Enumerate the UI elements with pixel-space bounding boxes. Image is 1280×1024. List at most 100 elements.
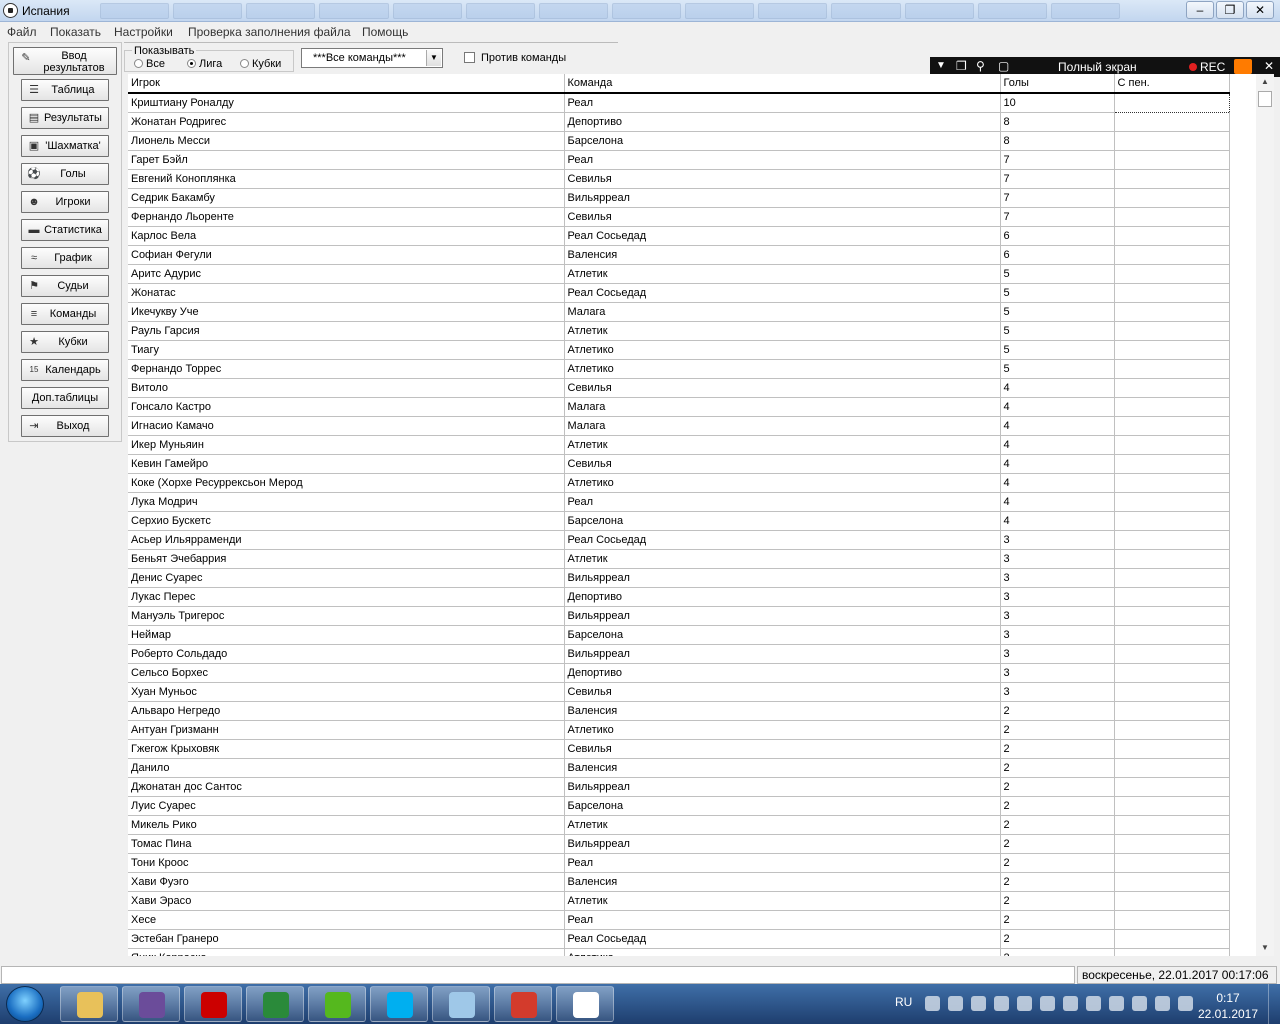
cell-team[interactable]: Вильярреал	[564, 606, 1001, 626]
cell-goals[interactable]: 8	[1000, 112, 1115, 132]
dropdown-triangle-icon[interactable]: ▼	[936, 60, 946, 71]
cell-goals[interactable]: 2	[1000, 910, 1115, 930]
cell-team[interactable]: Валенсия	[564, 701, 1001, 721]
screen-icon[interactable]: ▢	[998, 59, 1009, 73]
cell-team[interactable]: Атлетико	[564, 948, 1001, 956]
cell-player[interactable]: Хесе	[128, 910, 565, 930]
cell-penalties[interactable]	[1114, 454, 1230, 474]
cell-team[interactable]: Валенсия	[564, 245, 1001, 265]
cell-goals[interactable]: 8	[1000, 131, 1115, 151]
cell-penalties[interactable]	[1114, 416, 1230, 436]
cell-goals[interactable]: 2	[1000, 739, 1115, 759]
cell-team[interactable]: Атлетик	[564, 549, 1001, 569]
nav-goals-button[interactable]: ⚽ Голы	[21, 163, 109, 185]
table-row[interactable]: Микель Рико Атлетик 2	[128, 815, 1230, 835]
table-row[interactable]: Беньят Эчебаррия Атлетик 3	[128, 549, 1230, 569]
tray-green-icon[interactable]	[1017, 996, 1032, 1011]
cell-team[interactable]: Реал Сосьедад	[564, 226, 1001, 246]
cell-penalties[interactable]	[1114, 169, 1230, 189]
cell-goals[interactable]: 3	[1000, 682, 1115, 702]
cell-penalties[interactable]	[1114, 701, 1230, 721]
cell-player[interactable]: Роберто Сольдадо	[128, 644, 565, 664]
cell-penalties[interactable]	[1114, 378, 1230, 398]
nav-statistics-button[interactable]: ▬ Статистика	[21, 219, 109, 241]
radio-all-dot[interactable]	[134, 59, 143, 68]
cell-team[interactable]: Атлетик	[564, 321, 1001, 341]
cell-team[interactable]: Реал	[564, 492, 1001, 512]
cell-goals[interactable]: 4	[1000, 492, 1115, 512]
team-select[interactable]: ***Все команды*** ▼	[301, 48, 443, 68]
zoom-icon[interactable]: ⚲	[976, 59, 985, 73]
cell-team[interactable]: Реал	[564, 150, 1001, 170]
cell-penalties[interactable]	[1114, 777, 1230, 797]
cell-penalties[interactable]	[1114, 606, 1230, 626]
cell-goals[interactable]: 5	[1000, 321, 1115, 341]
cell-penalties[interactable]	[1114, 758, 1230, 778]
taskbar-app-button[interactable]	[184, 986, 242, 1022]
cell-team[interactable]: Вильярреал	[564, 644, 1001, 664]
cell-player[interactable]: Денис Суарес	[128, 568, 565, 588]
minimize-button[interactable]: –	[1186, 1, 1214, 19]
cell-player[interactable]: Гарет Бэйл	[128, 150, 565, 170]
cell-team[interactable]: Реал Сосьедад	[564, 929, 1001, 949]
cell-player[interactable]: Витоло	[128, 378, 565, 398]
show-desktop-button[interactable]	[1268, 984, 1280, 1024]
nav-cups-button[interactable]: ★ Кубки	[21, 331, 109, 353]
cell-goals[interactable]: 2	[1000, 834, 1115, 854]
cell-goals[interactable]: 3	[1000, 606, 1115, 626]
nav-enter-results-button[interactable]: ✎ Ввод результатов	[13, 47, 117, 75]
cell-goals[interactable]: 6	[1000, 226, 1115, 246]
cell-player[interactable]: Хуан Муньос	[128, 682, 565, 702]
cell-player[interactable]: Криштиану Роналду	[128, 93, 565, 113]
cell-team[interactable]: Малага	[564, 416, 1001, 436]
cell-goals[interactable]: 2	[1000, 948, 1115, 956]
table-row[interactable]: Икер Муньяин Атлетик 4	[128, 435, 1230, 455]
cell-goals[interactable]: 5	[1000, 359, 1115, 379]
cell-goals[interactable]: 2	[1000, 872, 1115, 892]
cell-player[interactable]: Карлос Вела	[128, 226, 565, 246]
taskbar-app-button[interactable]	[308, 986, 366, 1022]
cell-player[interactable]: Яник Карраско	[128, 948, 565, 956]
cell-penalties[interactable]	[1114, 283, 1230, 303]
cell-player[interactable]: Антуан Гризманн	[128, 720, 565, 740]
tray-edge-icon[interactable]	[1040, 996, 1055, 1011]
cell-penalties[interactable]	[1114, 549, 1230, 569]
cell-penalties[interactable]	[1114, 245, 1230, 265]
cell-player[interactable]: Тиагу	[128, 340, 565, 360]
table-row[interactable]: Хави Эрасо Атлетик 2	[128, 891, 1230, 911]
window-mode-icon[interactable]: ❐	[956, 59, 967, 73]
cell-goals[interactable]: 7	[1000, 188, 1115, 208]
menu-check-file[interactable]: Проверка заполнения файла	[188, 25, 351, 39]
nav-referees-button[interactable]: ⚑ Судьи	[21, 275, 109, 297]
cell-goals[interactable]: 2	[1000, 815, 1115, 835]
menu-show[interactable]: Показать	[50, 25, 101, 39]
table-row[interactable]: Жонатан Родригес Депортиво 8	[128, 112, 1230, 132]
cell-team[interactable]: Реал	[564, 93, 1001, 113]
tray-update-icon[interactable]	[1109, 996, 1124, 1011]
cell-goals[interactable]: 7	[1000, 169, 1115, 189]
cell-team[interactable]: Севилья	[564, 169, 1001, 189]
camera-icon[interactable]	[1234, 59, 1252, 74]
cell-goals[interactable]: 5	[1000, 302, 1115, 322]
cell-team[interactable]: Вильярреал	[564, 568, 1001, 588]
cell-team[interactable]: Севилья	[564, 739, 1001, 759]
cell-team[interactable]: Вильярреал	[564, 188, 1001, 208]
tray-disk-icon[interactable]	[1132, 996, 1147, 1011]
tray-flag-icon[interactable]	[1178, 996, 1193, 1011]
tray-icq-icon[interactable]	[971, 996, 986, 1011]
taskbar-app-button[interactable]	[556, 986, 614, 1022]
cell-team[interactable]: Реал	[564, 853, 1001, 873]
cell-team[interactable]: Атлетико	[564, 473, 1001, 493]
cell-team[interactable]: Барселона	[564, 796, 1001, 816]
taskbar-app-button[interactable]	[494, 986, 552, 1022]
cell-team[interactable]: Атлетик	[564, 891, 1001, 911]
taskbar-app-button[interactable]	[60, 986, 118, 1022]
menu-settings[interactable]: Настройки	[114, 25, 173, 39]
cell-penalties[interactable]	[1114, 682, 1230, 702]
cell-player[interactable]: Жонатас	[128, 283, 565, 303]
tray-chat-icon[interactable]	[994, 996, 1009, 1011]
cell-team[interactable]: Депортиво	[564, 112, 1001, 132]
taskbar-app-button[interactable]	[246, 986, 304, 1022]
table-row[interactable]: Сельсо Борхес Депортиво 3	[128, 663, 1230, 683]
cell-player[interactable]: Лукас Перес	[128, 587, 565, 607]
